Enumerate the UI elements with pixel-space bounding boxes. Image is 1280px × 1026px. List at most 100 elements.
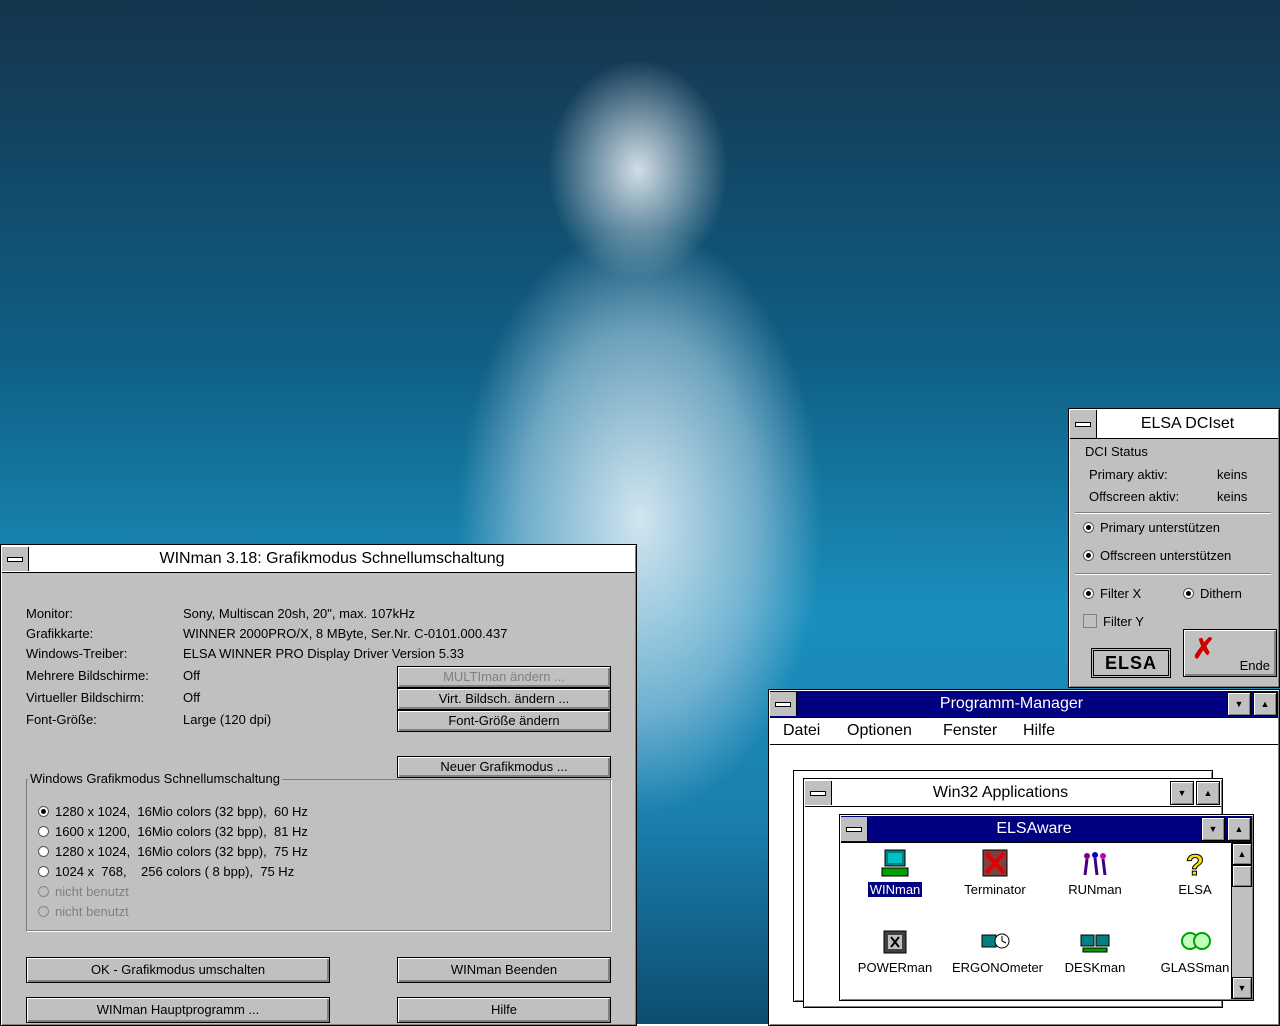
dci-status-header: DCI Status [1085, 444, 1148, 459]
power-icon [883, 930, 907, 954]
filter-y-checkbox[interactable]: Filter Y [1083, 614, 1144, 629]
dithern-label: Dithern [1200, 586, 1242, 601]
progman-titlebar[interactable]: Programm-Manager ▼ ▲ [770, 691, 1278, 718]
program-icon-powerman[interactable]: POWERman [850, 925, 940, 975]
radio-icon [38, 846, 49, 857]
ende-button[interactable]: ✗ Ende [1183, 629, 1277, 677]
info-label-treiber: Windows-Treiber: [26, 646, 128, 661]
maximize-icon: ▲ [1234, 824, 1244, 834]
menu-hilfe[interactable]: Hilfe [1023, 722, 1055, 740]
elsaware-maximize-button[interactable]: ▲ [1227, 817, 1251, 841]
menu-fenster[interactable]: Fenster [943, 722, 997, 740]
scroll-up-icon: ▲ [1237, 849, 1247, 859]
program-icon-label: GLASSman [1160, 960, 1230, 975]
system-menu-icon [1075, 421, 1091, 427]
mode-option-disabled: nicht benutzt [38, 904, 129, 919]
virt-bildsch-button[interactable]: Virt. Bildsch. ändern ... [397, 688, 611, 710]
primary-aktiv-value: keins [1217, 467, 1248, 482]
dithern-checkbox[interactable]: Dithern [1183, 586, 1242, 601]
mode-option-label: 1024 x 768, 256 colors ( 8 bpp), 75 Hz [55, 864, 295, 879]
program-icon-ergonometer[interactable]: ERGONOmeter [950, 925, 1043, 975]
program-icon-label: DESKman [1064, 960, 1126, 975]
multiman-button[interactable]: MULTIman ändern ... [397, 666, 611, 688]
primary-unterstuetzen-checkbox[interactable]: Primary unterstützen [1083, 520, 1220, 535]
neuer-grafikmodus-button[interactable]: Neuer Grafikmodus ... [397, 756, 611, 778]
hilfe-button[interactable]: Hilfe [397, 997, 611, 1023]
minimize-icon: ▼ [1208, 824, 1218, 834]
terminator-icon [982, 849, 1008, 877]
progman-menubar: Datei Optionen Fenster Hilfe [770, 718, 1278, 745]
program-icon-label: ERGONOmeter [952, 960, 1044, 975]
info-value-treiber: ELSA WINNER PRO Display Driver Version 5… [183, 646, 465, 661]
win32-system-menu-button[interactable] [805, 781, 832, 805]
program-icon-label: RUNman [1068, 882, 1122, 897]
dciset-titlebar[interactable]: ELSA DCIset [1070, 410, 1278, 439]
mode-option-label: nicht benutzt [55, 904, 129, 919]
font-groesse-button[interactable]: Font-Größe ändern [397, 710, 611, 732]
elsaware-minimize-button[interactable]: ▼ [1201, 817, 1225, 841]
system-menu-icon [7, 556, 23, 562]
program-icon-winman[interactable]: WINman [850, 847, 940, 897]
offscreen-aktiv-value: keins [1217, 489, 1248, 504]
progman-title: Programm-Manager [939, 695, 1084, 712]
program-icon-terminator[interactable]: Terminator [950, 847, 1040, 897]
win32-title: Win32 Applications [932, 784, 1069, 801]
radio-icon [38, 826, 49, 837]
menu-datei[interactable]: Datei [783, 722, 820, 740]
mode-option[interactable]: 1600 x 1200, 16Mio colors (32 bpp), 81 H… [38, 824, 308, 839]
program-icon-label: POWERman [857, 960, 933, 975]
program-icon-glassman[interactable]: GLASSman [1150, 925, 1240, 975]
win32-maximize-button[interactable]: ▲ [1196, 781, 1220, 805]
system-menu-icon [775, 701, 791, 707]
info-value-mehrere: Off [183, 668, 201, 683]
info-label-font: Font-Größe: [26, 712, 97, 727]
dciset-system-menu-button[interactable] [1070, 410, 1097, 438]
filter-x-label: Filter X [1100, 586, 1142, 601]
elsaware-vertical-scrollbar[interactable]: ▲ ▼ [1231, 843, 1252, 999]
scroll-down-button[interactable]: ▼ [1232, 977, 1252, 999]
glasses-icon [1181, 932, 1211, 950]
winman-title: WINman 3.18: Grafikmodus Schnellumschalt… [159, 550, 505, 567]
checkbox-checked-icon [1083, 522, 1094, 533]
mode-option-label: 1280 x 1024, 16Mio colors (32 bpp), 60 H… [55, 804, 308, 819]
program-icon-runman[interactable]: RUNman [1050, 847, 1140, 897]
monitor-icon [881, 849, 909, 877]
minimize-icon: ▼ [1234, 699, 1244, 709]
filter-x-checkbox[interactable]: Filter X [1083, 586, 1141, 601]
mode-option[interactable]: 1280 x 1024, 16Mio colors (32 bpp), 60 H… [38, 804, 308, 819]
win32-minimize-button[interactable]: ▼ [1170, 781, 1194, 805]
scroll-up-button[interactable]: ▲ [1232, 843, 1252, 865]
win32-titlebar[interactable]: Win32 Applications ▼ ▲ [805, 780, 1221, 807]
minimize-icon: ▼ [1177, 788, 1187, 798]
winman-beenden-button[interactable]: WINman Beenden [397, 957, 611, 983]
offscreen-aktiv-label: Offscreen aktiv: [1089, 489, 1180, 504]
winman-hauptprogramm-button[interactable]: WINman Hauptprogramm ... [26, 997, 330, 1023]
elsaware-titlebar[interactable]: ELSAware ▼ ▲ [841, 816, 1252, 843]
program-icon-deskman[interactable]: DESKman [1050, 925, 1140, 975]
maximize-icon: ▲ [1260, 699, 1270, 709]
primary-aktiv-label: Primary aktiv: [1089, 467, 1168, 482]
program-icon-elsa-help[interactable]: ? ELSA [1150, 847, 1240, 898]
progman-maximize-button[interactable]: ▲ [1253, 692, 1277, 716]
offscreen-unterstuetzen-checkbox[interactable]: Offscreen unterstützen [1083, 548, 1231, 563]
offscreen-unterstuetzen-label: Offscreen unterstützen [1100, 548, 1232, 563]
checkbox-empty-icon [1083, 614, 1097, 628]
primary-unterstuetzen-label: Primary unterstützen [1100, 520, 1220, 535]
menu-optionen[interactable]: Optionen [847, 722, 912, 740]
ok-umschalten-button[interactable]: OK - Grafikmodus umschalten [26, 957, 330, 983]
radio-disabled-icon [38, 886, 49, 897]
progman-system-menu-button[interactable] [770, 692, 797, 716]
elsaware-system-menu-button[interactable] [841, 817, 868, 841]
winman-system-menu-button[interactable] [2, 547, 29, 571]
checkbox-checked-icon [1183, 588, 1194, 599]
desk-monitors-icon [1080, 934, 1110, 953]
scroll-thumb[interactable] [1232, 865, 1252, 887]
winman-titlebar[interactable]: WINman 3.18: Grafikmodus Schnellumschalt… [2, 546, 635, 573]
mode-option-label: 1280 x 1024, 16Mio colors (32 bpp), 75 H… [55, 844, 308, 859]
filter-y-label: Filter Y [1103, 614, 1144, 629]
mode-option[interactable]: 1280 x 1024, 16Mio colors (32 bpp), 75 H… [38, 844, 308, 859]
info-label-monitor: Monitor: [26, 606, 73, 621]
mode-option[interactable]: 1024 x 768, 256 colors ( 8 bpp), 75 Hz [38, 864, 294, 879]
winman-window: WINman 3.18: Grafikmodus Schnellumschalt… [0, 544, 637, 1026]
progman-minimize-button[interactable]: ▼ [1227, 692, 1251, 716]
